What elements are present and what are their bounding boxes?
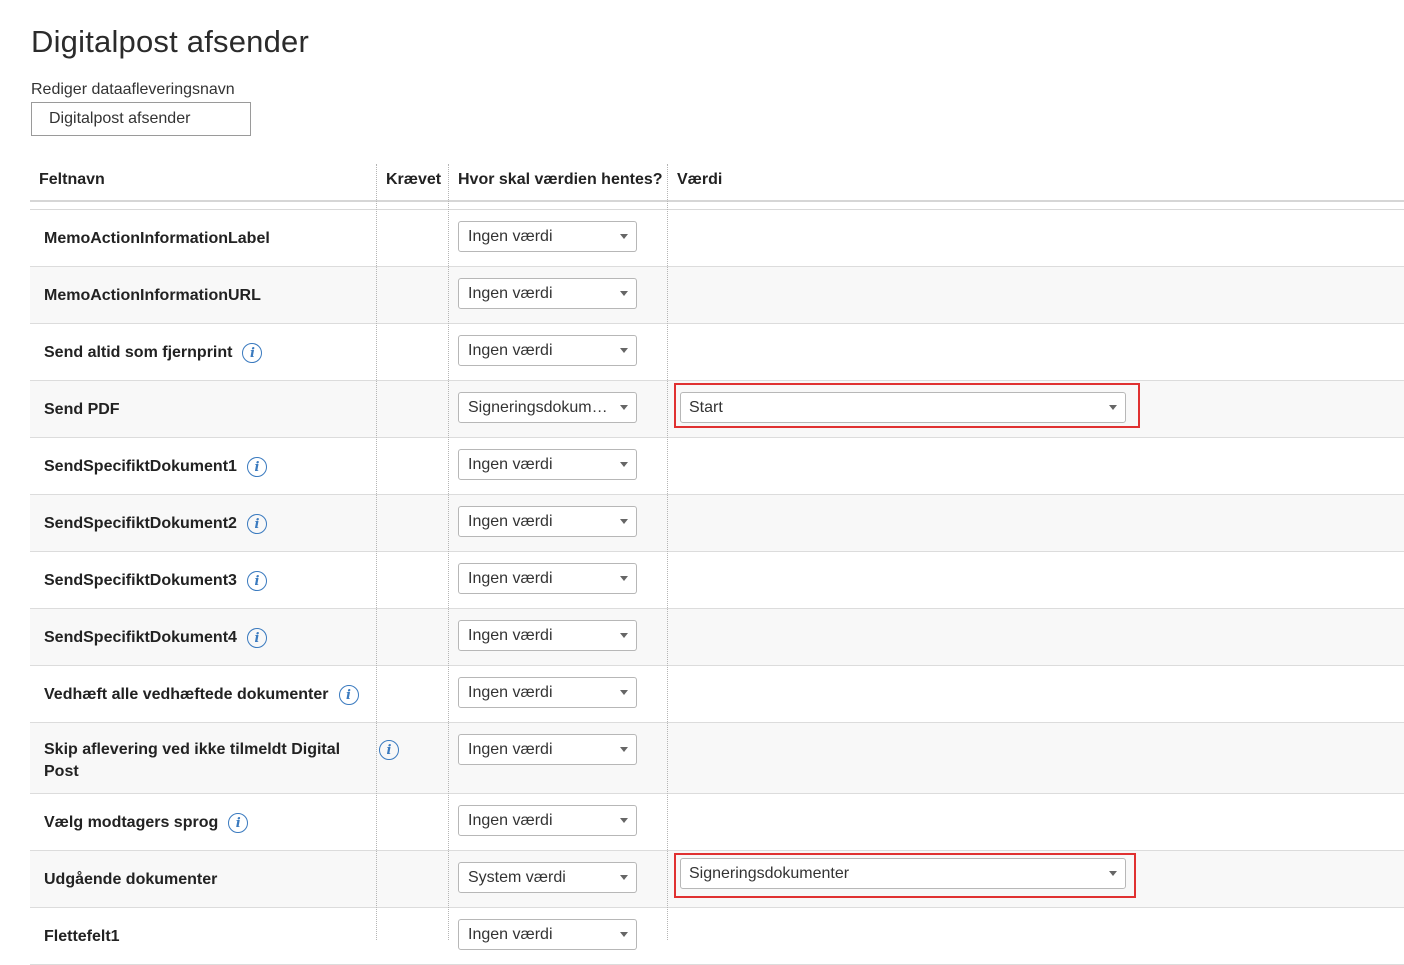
field-name: SendSpecifiktDokument1 [44,458,237,475]
caret-down-icon [1109,871,1117,876]
table-row: Send PDF Signeringsdokumenter Start [30,381,1404,438]
source-select[interactable]: Ingen værdi [458,335,637,366]
caret-down-icon [1109,405,1117,410]
column-divider [376,164,377,940]
table-row: Send altid som fjernprint i Ingen værdi [30,324,1404,381]
source-select-value: Ingen værdi [468,228,553,245]
info-icon[interactable]: i [242,343,263,363]
caret-down-icon [620,291,628,296]
name-field-label: Rediger dataafleveringsnavn [31,81,235,98]
field-name: MemoActionInformationLabel [44,230,270,247]
caret-down-icon [620,818,628,823]
column-divider [448,164,449,940]
field-name: Udgående dokumenter [44,871,218,888]
column-divider [667,164,668,940]
delivery-name-input[interactable] [31,102,251,136]
source-select-value: Ingen værdi [468,570,553,587]
table-row: Skip aflevering ved ikke tilmeldt Digita… [30,723,1404,794]
field-name: SendSpecifiktDokument3 [44,572,237,589]
caret-down-icon [620,519,628,524]
info-icon[interactable]: i [379,740,399,760]
source-select[interactable]: Signeringsdokumenter [458,392,637,423]
source-select-value: Ingen værdi [468,684,553,701]
source-select-value: Signeringsdokumenter [468,399,613,416]
info-icon[interactable]: i [246,514,267,534]
caret-down-icon [620,405,628,410]
highlight-box: Signeringsdokumenter [674,853,1136,898]
source-select-value: System værdi [468,869,566,886]
source-select[interactable]: System værdi [458,862,637,893]
source-select-value: Ingen værdi [468,741,553,758]
field-name: Flettefelt1 [44,928,120,945]
field-name: SendSpecifiktDokument2 [44,515,237,532]
caret-down-icon [620,633,628,638]
info-icon[interactable]: i [246,571,267,591]
field-name: Send altid som fjernprint [44,344,233,361]
source-select-value: Ingen værdi [468,627,553,644]
table-row: MemoActionInformationLabel Ingen værdi [30,210,1404,267]
header-spacer [30,202,1404,210]
value-select-value: Start [689,399,723,416]
source-select-value: Ingen værdi [468,926,553,943]
source-select[interactable]: Ingen værdi [458,563,637,594]
source-select-value: Ingen værdi [468,513,553,530]
table-header: Feltnavn Krævet Hvor skal værdien hentes… [30,160,1404,202]
source-select-value: Ingen værdi [468,812,553,829]
source-select[interactable]: Ingen værdi [458,221,637,252]
caret-down-icon [620,348,628,353]
source-select-value: Ingen værdi [468,456,553,473]
value-select[interactable]: Signeringsdokumenter [680,858,1126,889]
field-name: SendSpecifiktDokument4 [44,629,237,646]
source-select[interactable]: Ingen værdi [458,805,637,836]
info-icon[interactable]: i [246,628,267,648]
table-row: SendSpecifiktDokument3 i Ingen værdi [30,552,1404,609]
field-name: Vælg modtagers sprog [44,814,219,831]
source-select[interactable]: Ingen værdi [458,734,637,765]
caret-down-icon [620,462,628,467]
source-select-value: Ingen værdi [468,342,553,359]
header-fieldname: Feltnavn [39,171,105,188]
caret-down-icon [620,747,628,752]
source-select[interactable]: Ingen værdi [458,919,637,950]
source-select[interactable]: Ingen værdi [458,677,637,708]
header-source: Hvor skal værdien hentes? [458,171,663,188]
caret-down-icon [620,932,628,937]
field-name: MemoActionInformationURL [44,287,261,304]
source-select[interactable]: Ingen værdi [458,506,637,537]
page-title: Digitalpost afsender [31,24,309,59]
table-row: SendSpecifiktDokument2 i Ingen værdi [30,495,1404,552]
value-select[interactable]: Start [680,392,1126,423]
info-icon[interactable]: i [246,457,267,477]
caret-down-icon [620,690,628,695]
source-select-value: Ingen værdi [468,285,553,302]
info-icon[interactable]: i [338,685,359,705]
header-required: Krævet [386,171,442,188]
source-select[interactable]: Ingen værdi [458,278,637,309]
table-row: SendSpecifiktDokument4 i Ingen værdi [30,609,1404,666]
caret-down-icon [620,875,628,880]
table-row: Vedhæft alle vedhæftede dokumenter i Inge… [30,666,1404,723]
caret-down-icon [620,576,628,581]
source-select[interactable]: Ingen værdi [458,620,637,651]
table-row: Udgående dokumenter System værdi Signeri… [30,851,1404,908]
table-row: SendSpecifiktDokument1 i Ingen værdi [30,438,1404,495]
source-select[interactable]: Ingen værdi [458,449,637,480]
info-icon[interactable]: i [228,813,249,833]
field-name: Skip aflevering ved ikke tilmeldt Digita… [44,741,341,780]
fields-table: Feltnavn Krævet Hvor skal værdien hentes… [30,160,1404,965]
field-name: Vedhæft alle vedhæftede dokumenter [44,686,329,703]
table-row: Flettefelt1 Ingen værdi [30,908,1404,965]
highlight-box: Start [674,383,1140,428]
value-select-value: Signeringsdokumenter [689,865,850,882]
header-value: Værdi [677,171,723,188]
table-row: MemoActionInformationURL Ingen værdi [30,267,1404,324]
table-row: Vælg modtagers sprog i Ingen værdi [30,794,1404,851]
caret-down-icon [620,234,628,239]
field-name: Send PDF [44,401,120,418]
